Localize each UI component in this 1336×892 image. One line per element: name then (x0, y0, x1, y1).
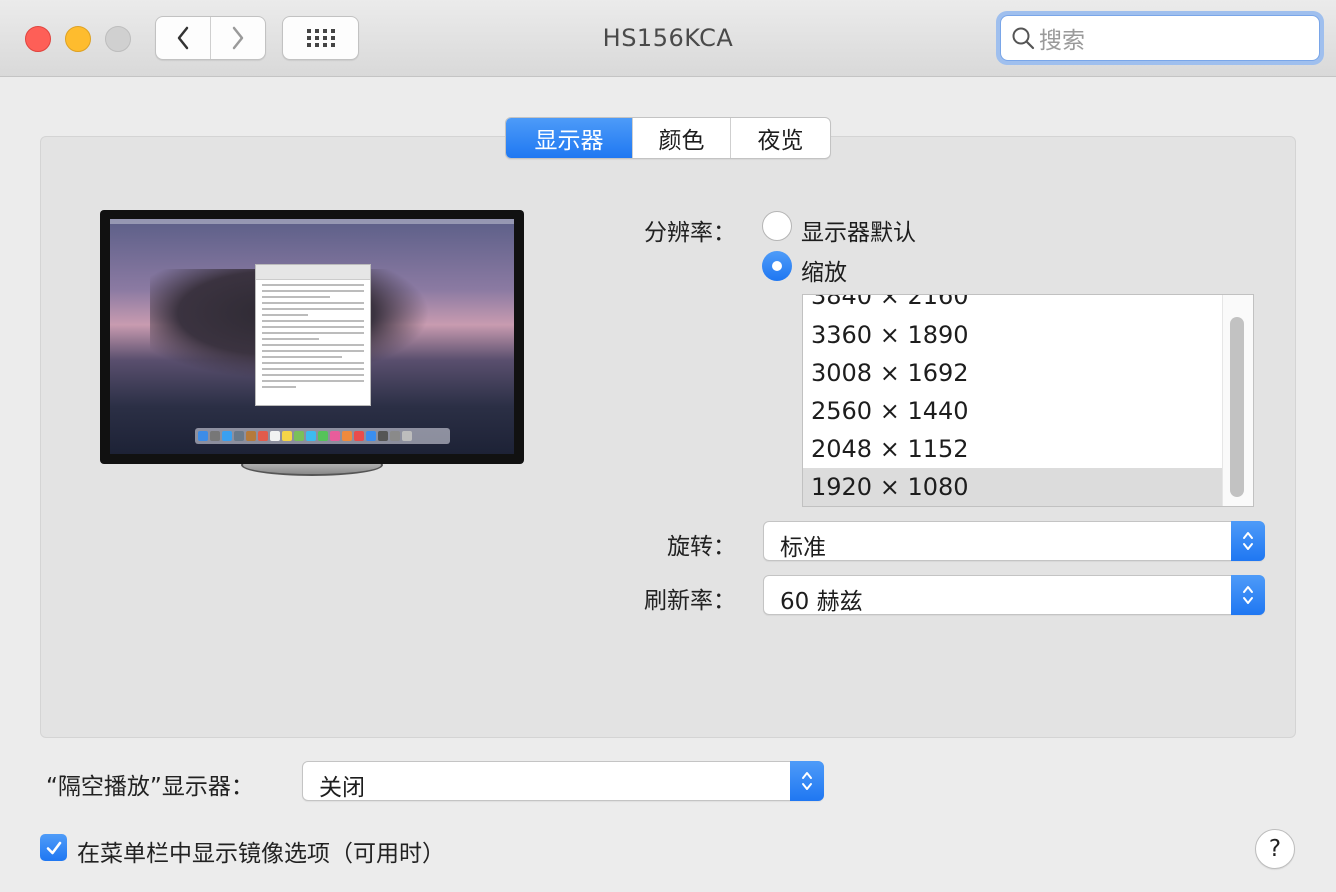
checkmark-icon (46, 841, 61, 854)
refresh-rate-label: 刷新率： (644, 588, 736, 614)
mirror-options-label[interactable]: 在菜单栏中显示镜像选项（可用时） (77, 834, 445, 868)
rotation-stepper[interactable] (1231, 521, 1265, 561)
mini-menu-bar (110, 219, 514, 224)
title-bar: HS156KCA 搜索 (0, 0, 1336, 77)
resolution-item[interactable]: 2048 × 1152 (803, 430, 1223, 468)
radio-default-label[interactable]: 显示器默认 (801, 213, 916, 247)
radio-default-for-display[interactable] (762, 211, 792, 241)
monitor-preview (100, 210, 524, 464)
tab-display[interactable]: 显示器 (506, 118, 632, 158)
up-down-chevron-icon (1243, 586, 1253, 604)
up-down-chevron-icon (1243, 532, 1253, 550)
mini-dock (195, 428, 450, 444)
airplay-display-select[interactable]: 关闭 (302, 761, 824, 801)
refresh-rate-value: 60 赫兹 (780, 589, 863, 615)
search-icon (1012, 27, 1035, 50)
airplay-display-label: “隔空播放”显示器： (46, 774, 254, 800)
search-field[interactable]: 搜索 (996, 11, 1324, 65)
mirror-options-checkbox[interactable] (40, 834, 67, 861)
mini-document-window (255, 264, 371, 406)
rotation-select[interactable]: 标准 (763, 521, 1265, 561)
resolution-item[interactable]: 3840 × 2160 (803, 295, 1223, 315)
scrollbar-thumb[interactable] (1230, 317, 1244, 497)
tab-bar: 显示器 颜色 夜览 (505, 117, 831, 159)
resolution-item[interactable]: 2560 × 1440 (803, 392, 1223, 430)
resolution-item[interactable]: 3360 × 1890 (803, 316, 1223, 354)
airplay-display-stepper[interactable] (790, 761, 824, 801)
resolution-list[interactable]: 3840 × 2160 3360 × 1890 3008 × 1692 2560… (802, 294, 1254, 507)
resolution-label: 分辨率： (644, 220, 736, 246)
resolution-item-selected[interactable]: 1920 × 1080 (803, 468, 1223, 506)
refresh-rate-stepper[interactable] (1231, 575, 1265, 615)
radio-scaled-label[interactable]: 缩放 (801, 253, 847, 287)
airplay-display-value: 关闭 (319, 775, 365, 801)
up-down-chevron-icon (802, 772, 812, 790)
resolution-scrollbar[interactable] (1222, 295, 1253, 506)
help-button[interactable]: ? (1255, 829, 1295, 869)
search-input-box[interactable]: 搜索 (1000, 15, 1320, 61)
search-placeholder: 搜索 (1039, 28, 1085, 54)
tab-color[interactable]: 颜色 (632, 118, 730, 158)
desktop-wallpaper (110, 219, 514, 454)
tab-night-shift[interactable]: 夜览 (730, 118, 830, 158)
resolution-item[interactable]: 3008 × 1692 (803, 354, 1223, 392)
rotation-value: 标准 (780, 535, 826, 561)
rotation-label: 旋转： (667, 534, 736, 560)
refresh-rate-select[interactable]: 60 赫兹 (763, 575, 1265, 615)
radio-scaled[interactable] (762, 251, 792, 281)
